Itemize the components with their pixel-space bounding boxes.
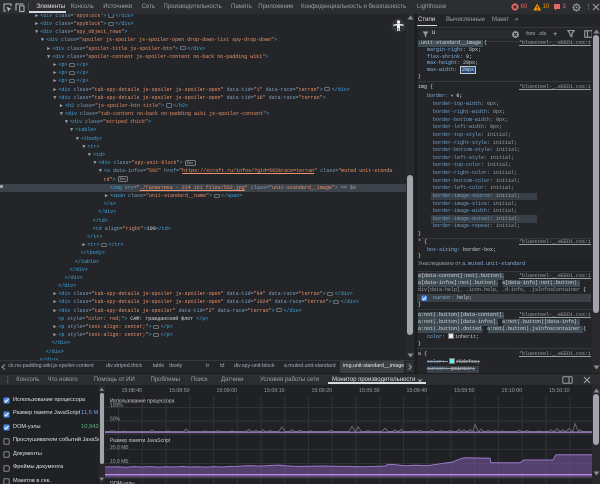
svg-text:15:08:40: 15:08:40: [122, 388, 143, 394]
svg-text:10,0 МБ: 10,0 МБ: [110, 459, 129, 465]
svg-text:50%: 50%: [110, 416, 121, 422]
svg-text:Размер памяти JavaScript: Размер памяти JavaScript: [110, 438, 171, 444]
svg-text:15:10:10: 15:10:10: [549, 388, 570, 394]
svg-text:15:09:20: 15:09:20: [312, 388, 333, 394]
svg-text:15:09:00: 15:09:00: [217, 388, 238, 394]
svg-text:100%: 100%: [110, 403, 123, 409]
svg-text:15:09:40: 15:09:40: [407, 388, 428, 394]
svg-text:15:09:10: 15:09:10: [264, 388, 285, 394]
svg-text:20,0 МБ: 20,0 МБ: [110, 445, 129, 451]
svg-text:15:09:50: 15:09:50: [454, 388, 475, 394]
svg-text:15:09:30: 15:09:30: [359, 388, 380, 394]
svg-text:15:10:00: 15:10:00: [502, 388, 523, 394]
svg-text:15:08:50: 15:08:50: [169, 388, 190, 394]
